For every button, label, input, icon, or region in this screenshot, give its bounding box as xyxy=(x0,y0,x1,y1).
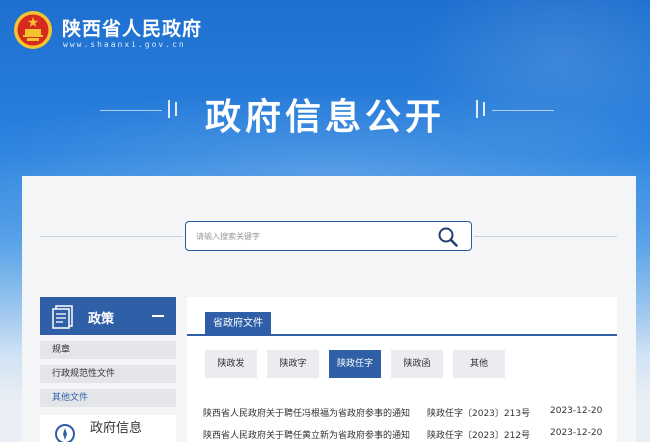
search-divider-right xyxy=(474,236,617,237)
site-name[interactable]: 陕西省人民政府 xyxy=(62,14,202,41)
compass-icon xyxy=(55,424,75,442)
sidebar-section-label: 政策 xyxy=(88,312,115,327)
sidebar: 政策 规章 行政规范性文件 其他文件 政府信息 xyxy=(40,297,176,442)
list-item[interactable]: 陕西省人民政府关于聘任黄立新为省政府参事的通知 陕政任字〔2023〕212号 2… xyxy=(203,426,613,442)
sidebar-item-other-documents[interactable]: 其他文件 xyxy=(40,389,176,407)
document-date: 2023-12-20 xyxy=(550,428,603,438)
sidebar-item-normative-documents[interactable]: 行政规范性文件 xyxy=(40,365,176,383)
decorative-bars-right xyxy=(476,100,485,118)
tab-provincial-documents[interactable]: 省政府文件 xyxy=(205,312,271,336)
filter-shaanzhenghan[interactable]: 陕政函 xyxy=(391,350,443,378)
search-divider-left xyxy=(40,236,183,237)
filter-shaanzhengrenzi[interactable]: 陕政任字 xyxy=(329,350,381,378)
filter-other[interactable]: 其他 xyxy=(453,350,505,378)
document-title[interactable]: 陕西省人民政府关于聘任黄立新为省政府参事的通知 xyxy=(203,428,410,441)
document-number: 陕政任字〔2023〕213号 xyxy=(427,409,531,419)
document-number: 陕政任字〔2023〕212号 xyxy=(427,431,531,441)
document-date: 2023-12-20 xyxy=(550,406,603,416)
page-title: 政府信息公开 xyxy=(204,97,445,138)
document-icon xyxy=(52,305,73,329)
search-icon[interactable] xyxy=(437,226,459,248)
search-box[interactable] xyxy=(185,221,472,251)
document-list: 陕西省人民政府关于聘任冯根福为省政府参事的通知 陕政任字〔2023〕213号 2… xyxy=(203,404,613,442)
decorative-line-right xyxy=(492,110,554,111)
filter-row: 陕政发 陕政字 陕政任字 陕政函 其他 xyxy=(205,350,505,378)
search-input[interactable] xyxy=(196,228,426,244)
site-url: www.shaanxi.gov.cn xyxy=(63,40,186,49)
content-area: 省政府文件 陕政发 陕政字 陕政任字 陕政函 其他 陕西省人民政府关于聘任冯根福… xyxy=(187,297,617,442)
main-panel: 政策 规章 行政规范性文件 其他文件 政府信息 省政府文件 陕政发 陕政字 陕政… xyxy=(22,176,636,442)
sidebar-section-policy[interactable]: 政策 xyxy=(40,297,176,335)
filter-shaanzhengzi[interactable]: 陕政字 xyxy=(267,350,319,378)
sidebar-section-label-2: 政府信息 xyxy=(90,421,143,436)
filter-shaanzhengfa[interactable]: 陕政发 xyxy=(205,350,257,378)
national-emblem-icon[interactable] xyxy=(13,10,53,50)
document-title[interactable]: 陕西省人民政府关于聘任冯根福为省政府参事的通知 xyxy=(203,406,410,419)
list-item[interactable]: 陕西省人民政府关于聘任冯根福为省政府参事的通知 陕政任字〔2023〕213号 2… xyxy=(203,404,613,426)
sidebar-item-regulations[interactable]: 规章 xyxy=(40,341,176,359)
sidebar-section-gov-info[interactable]: 政府信息 xyxy=(40,415,176,442)
collapse-icon[interactable] xyxy=(152,315,164,317)
